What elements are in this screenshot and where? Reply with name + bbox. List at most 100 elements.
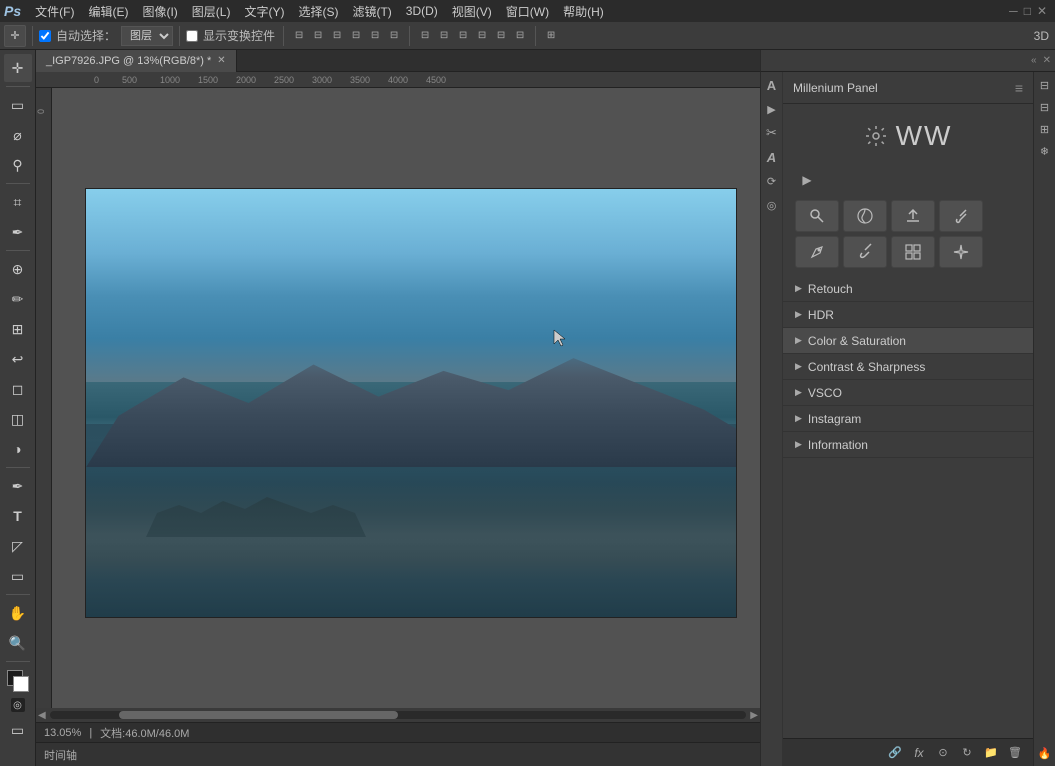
crop-tool[interactable]: ⌗ [4, 188, 32, 216]
stamp-tool[interactable]: ⊞ [4, 315, 32, 343]
hand-tool[interactable]: ✋ [4, 599, 32, 627]
dist-top-icon[interactable]: ⊟ [473, 27, 491, 45]
panel-icon-a2[interactable]: A [763, 148, 781, 166]
bottom-circle-icon[interactable]: ⊙ [933, 743, 953, 763]
menu-select[interactable]: 选择(S) [292, 1, 344, 22]
panel-btn-brush2[interactable] [843, 236, 887, 268]
millenium-panel: Millenium Panel ≡ WW ▶ [783, 72, 1033, 766]
lasso-tool[interactable]: ⌀ [4, 121, 32, 149]
panel-btn-sparkle[interactable] [939, 236, 983, 268]
panel-collapse-arrow[interactable]: « [1031, 55, 1037, 66]
menu-edit[interactable]: 编辑(E) [82, 1, 134, 22]
color-swatch[interactable] [7, 670, 29, 692]
brush-tool[interactable]: ✏ [4, 285, 32, 313]
close-tab-icon[interactable]: ✕ [217, 55, 225, 66]
bottom-refresh-icon[interactable]: ↻ [957, 743, 977, 763]
bottom-trash-icon[interactable]: 🗑 [1005, 743, 1025, 763]
panel-btn-pen[interactable] [795, 236, 839, 268]
close-btn[interactable]: ✕ [1037, 4, 1047, 18]
align-right-icon[interactable]: ⊟ [328, 27, 346, 45]
menu-item-contrast-sharpness[interactable]: ▶ Contrast & Sharpness [783, 354, 1033, 380]
menu-item-information[interactable]: ▶ Information [783, 432, 1033, 458]
h-scroll-thumb[interactable] [119, 711, 398, 719]
scroll-left-arrow[interactable]: ◀ [38, 710, 46, 721]
path-tool[interactable]: ◸ [4, 532, 32, 560]
bg-color[interactable] [13, 676, 29, 692]
menu-item-vsco[interactable]: ▶ VSCO [783, 380, 1033, 406]
menu-window[interactable]: 窗口(W) [500, 1, 555, 22]
heal-tool[interactable]: ⊕ [4, 255, 32, 283]
history-brush-tool[interactable]: ↩ [4, 345, 32, 373]
side-icon-3[interactable]: ⊞ [1036, 120, 1054, 138]
h-scroll-track[interactable] [50, 711, 747, 719]
auto-select-checkbox[interactable] [39, 30, 51, 42]
eyedropper-tool[interactable]: ✒ [4, 218, 32, 246]
menu-image[interactable]: 图像(I) [136, 1, 183, 22]
dist-center-h-icon[interactable]: ⊟ [435, 27, 453, 45]
move-tool-btn[interactable]: ✛ [4, 25, 26, 47]
shape-tool[interactable]: ▭ [4, 562, 32, 590]
side-icon-1[interactable]: ⊟ [1036, 76, 1054, 94]
screen-mode-btn[interactable]: ▭ [4, 716, 32, 744]
menu-item-color-saturation[interactable]: ▶ Color & Saturation [783, 328, 1033, 354]
maximize-btn[interactable]: □ [1024, 4, 1031, 18]
side-icon-4[interactable]: ❄ [1036, 142, 1054, 160]
panel-icon-refresh[interactable]: ⟳ [763, 172, 781, 190]
dist-center-v-icon[interactable]: ⊟ [492, 27, 510, 45]
menu-view[interactable]: 视图(V) [446, 1, 498, 22]
panel-btn-brush1[interactable] [939, 200, 983, 232]
panel-icon-a1[interactable]: A [763, 76, 781, 94]
align-center-v-icon[interactable]: ⊟ [366, 27, 384, 45]
panel-icon-play[interactable]: ▶ [763, 100, 781, 118]
show-transform-checkbox[interactable] [186, 30, 198, 42]
panel-icon-scissors[interactable]: ✂ [763, 124, 781, 142]
menu-help[interactable]: 帮助(H) [557, 1, 610, 22]
panel-menu-icon[interactable]: ≡ [1015, 80, 1023, 96]
panel-btn-leaf[interactable] [843, 200, 887, 232]
dist-right-icon[interactable]: ⊟ [454, 27, 472, 45]
minimize-btn[interactable]: ─ [1009, 4, 1018, 18]
layer-select[interactable]: 图层 [121, 26, 173, 46]
align-center-h-icon[interactable]: ⊟ [309, 27, 327, 45]
pen-tool[interactable]: ✒ [4, 472, 32, 500]
panel-expand-icon[interactable]: ✕ [1043, 55, 1051, 66]
panel-btn-search[interactable] [795, 200, 839, 232]
bottom-fx-icon[interactable]: fx [909, 743, 929, 763]
bottom-link-icon[interactable]: 🔗 [885, 743, 905, 763]
menu-item-retouch[interactable]: ▶ Retouch [783, 276, 1033, 302]
menu-file[interactable]: 文件(F) [29, 1, 80, 22]
panel-btn-upload[interactable] [891, 200, 935, 232]
h-scrollbar[interactable]: ◀ ▶ [36, 708, 760, 722]
quick-mask-btn[interactable]: ◎ [11, 698, 25, 712]
gradient-tool[interactable]: ◫ [4, 405, 32, 433]
align-bottom-icon[interactable]: ⊟ [385, 27, 403, 45]
play-button[interactable]: ▶ [799, 172, 815, 188]
doc-tab-active[interactable]: _IGP7926.JPG @ 13%(RGB/8*) * ✕ [36, 50, 237, 72]
side-icon-fire[interactable]: 🔥 [1036, 744, 1054, 762]
eraser-tool[interactable]: ◻ [4, 375, 32, 403]
panel-btn-grid[interactable] [891, 236, 935, 268]
side-icon-2[interactable]: ⊟ [1036, 98, 1054, 116]
marquee-tool[interactable]: ▭ [4, 91, 32, 119]
align-left-icon[interactable]: ⊟ [290, 27, 308, 45]
menu-3d[interactable]: 3D(D) [400, 2, 444, 20]
align-top-icon[interactable]: ⊟ [347, 27, 365, 45]
scroll-right-arrow[interactable]: ▶ [750, 710, 758, 721]
dist-bottom-icon[interactable]: ⊟ [511, 27, 529, 45]
menu-layer[interactable]: 图层(L) [186, 1, 237, 22]
move-tool[interactable]: ✛ [4, 54, 32, 82]
grid-icon[interactable]: ⊞ [542, 27, 560, 45]
bottom-folder-icon[interactable]: 📁 [981, 743, 1001, 763]
dodge-tool[interactable]: ◑ [4, 435, 32, 463]
panel-icon-target[interactable]: ◎ [763, 196, 781, 214]
dist-left-icon[interactable]: ⊟ [416, 27, 434, 45]
menu-filter[interactable]: 滤镜(T) [346, 1, 397, 22]
text-tool[interactable]: T [4, 502, 32, 530]
quick-select-tool[interactable]: ⚲ [4, 151, 32, 179]
zoom-tool[interactable]: 🔍 [4, 629, 32, 657]
canvas-image[interactable] [85, 188, 737, 618]
menu-item-hdr[interactable]: ▶ HDR [783, 302, 1033, 328]
menu-text[interactable]: 文字(Y) [238, 1, 290, 22]
menu-item-instagram[interactable]: ▶ Instagram [783, 406, 1033, 432]
canvas-scroll[interactable] [52, 88, 760, 708]
